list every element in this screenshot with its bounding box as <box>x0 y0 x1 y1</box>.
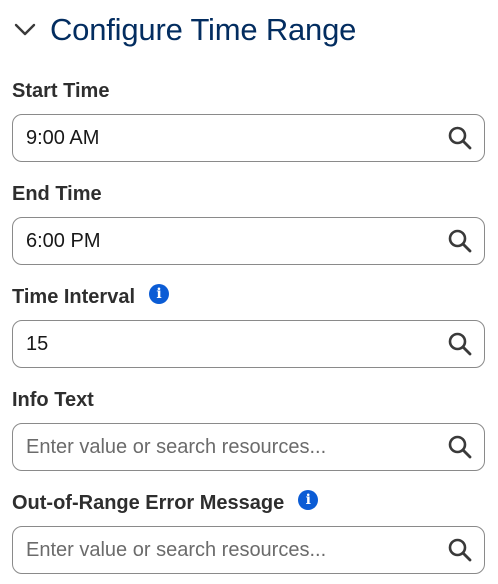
info-text-label-text: Info Text <box>12 388 94 411</box>
time-interval-label: Time Interval i <box>12 284 485 310</box>
end-time-input[interactable]: 6:00 PM <box>12 217 485 265</box>
error-message-field: Out-of-Range Error Message i Enter value… <box>12 490 485 574</box>
end-time-label: End Time <box>12 181 485 207</box>
info-text-input[interactable]: Enter value or search resources... <box>12 423 485 471</box>
search-icon[interactable] <box>446 124 474 152</box>
end-time-label-text: End Time <box>12 182 102 205</box>
start-time-input[interactable]: 9:00 AM <box>12 114 485 162</box>
start-time-value[interactable]: 9:00 AM <box>26 127 446 150</box>
end-time-value[interactable]: 6:00 PM <box>26 230 446 253</box>
time-interval-input[interactable]: 15 <box>12 320 485 368</box>
info-text-label: Info Text <box>12 387 485 413</box>
error-message-placeholder[interactable]: Enter value or search resources... <box>26 539 446 562</box>
start-time-field: Start Time 9:00 AM <box>12 78 485 162</box>
start-time-label: Start Time <box>12 78 485 104</box>
error-message-label-text: Out-of-Range Error Message <box>12 491 285 514</box>
info-icon[interactable]: i <box>149 284 170 304</box>
search-icon[interactable] <box>446 330 474 358</box>
error-message-input[interactable]: Enter value or search resources... <box>12 526 485 574</box>
time-interval-field: Time Interval i 15 <box>12 284 485 368</box>
search-icon[interactable] <box>446 536 474 564</box>
info-text-placeholder[interactable]: Enter value or search resources... <box>26 436 446 459</box>
section-title: Configure Time Range <box>50 12 357 47</box>
search-icon[interactable] <box>446 227 474 255</box>
error-message-label: Out-of-Range Error Message i <box>12 490 485 516</box>
info-icon[interactable]: i <box>298 490 319 510</box>
end-time-field: End Time 6:00 PM <box>12 181 485 265</box>
time-interval-label-text: Time Interval <box>12 285 136 308</box>
start-time-label-text: Start Time <box>12 79 110 102</box>
time-interval-value[interactable]: 15 <box>26 333 446 356</box>
chevron-down-icon[interactable] <box>12 17 38 43</box>
search-icon[interactable] <box>446 433 474 461</box>
info-text-field: Info Text Enter value or search resource… <box>12 387 485 471</box>
section-header-toggle[interactable]: Configure Time Range <box>12 10 356 50</box>
